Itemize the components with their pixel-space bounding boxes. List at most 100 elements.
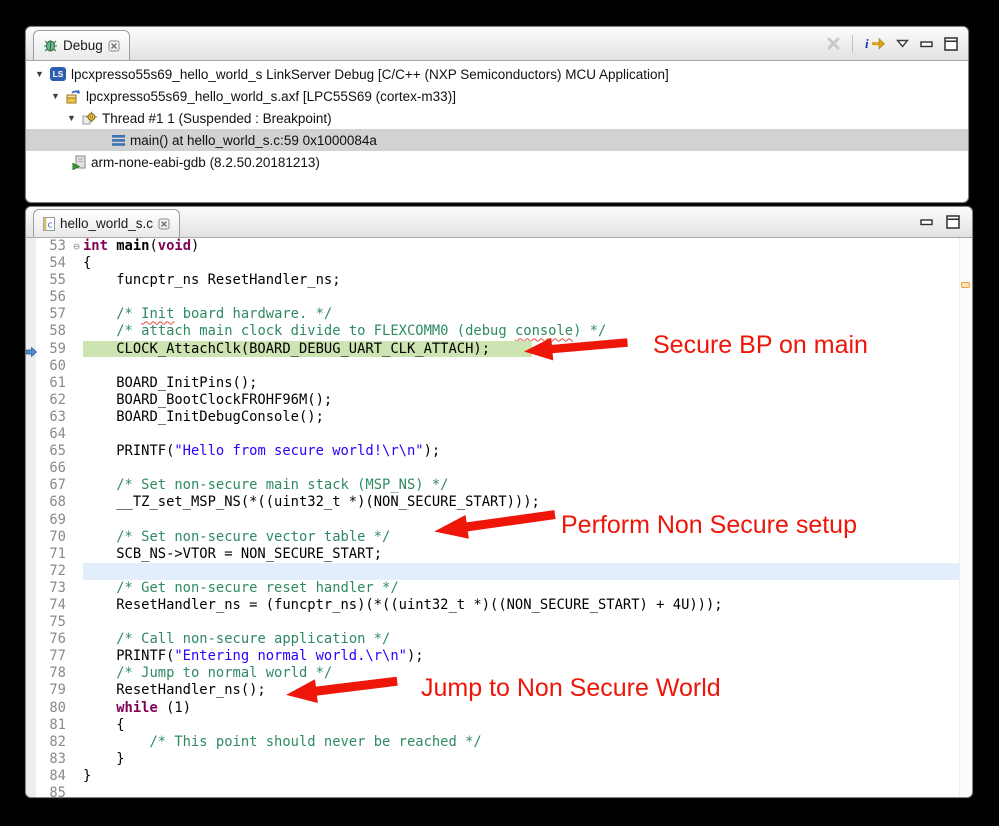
annotation-ruler-cell[interactable]	[26, 443, 36, 461]
expander-icon[interactable]: ▼	[66, 113, 77, 123]
annotation-ruler-cell[interactable]	[26, 511, 36, 529]
annotation-ruler-cell[interactable]	[26, 699, 36, 717]
annotation-ruler-cell[interactable]	[26, 562, 36, 580]
code-line[interactable]: 74 ResetHandler_ns = (funcptr_ns)(*((uin…	[26, 596, 972, 615]
line-number[interactable]: 63	[36, 409, 70, 426]
line-number[interactable]: 72	[36, 563, 70, 580]
annotation-ruler-cell[interactable]	[26, 408, 36, 427]
expander-icon[interactable]: ▼	[50, 91, 61, 101]
line-number[interactable]: 69	[36, 512, 70, 529]
line-number[interactable]: 59	[36, 341, 70, 358]
annotation-ruler-cell[interactable]	[26, 306, 36, 324]
minimize-icon[interactable]	[920, 40, 933, 48]
code-line[interactable]: 57 /* Init board hardware. */	[26, 306, 972, 324]
code-line[interactable]: 67 /* Set non-secure main stack (MSP_NS)…	[26, 477, 972, 495]
code-line[interactable]: 71 SCB_NS->VTOR = NON_SECURE_START;	[26, 545, 972, 563]
tab-hello-world-s-c[interactable]: c hello_world_s.c	[33, 209, 181, 237]
annotation-ruler-cell[interactable]	[26, 477, 36, 495]
code-line[interactable]: 62 BOARD_BootClockFROHF96M();	[26, 391, 972, 409]
line-number[interactable]: 73	[36, 580, 70, 597]
code-line[interactable]: 64	[26, 426, 972, 444]
line-number[interactable]: 66	[36, 460, 70, 477]
code-line[interactable]: 77 PRINTF("Entering normal world.\r\n");	[26, 648, 972, 666]
maximize-icon[interactable]	[946, 215, 960, 229]
annotation-ruler-cell[interactable]	[26, 596, 36, 615]
code-line[interactable]: 66	[26, 460, 972, 478]
code-line[interactable]: 55 funcptr_ns ResetHandler_ns;	[26, 272, 972, 290]
line-number[interactable]: 61	[36, 375, 70, 392]
code-line[interactable]: 56	[26, 289, 972, 307]
annotation-ruler-cell[interactable]	[26, 238, 36, 256]
line-number[interactable]: 70	[36, 529, 70, 546]
code-line[interactable]: 81 {	[26, 716, 972, 734]
code-line[interactable]: 65 PRINTF("Hello from secure world!\r\n"…	[26, 443, 972, 461]
restart-i-arrow-icon[interactable]: i	[864, 36, 885, 51]
code-line[interactable]: 60	[26, 357, 972, 375]
tree-row[interactable]: ▼ LS lpcxpresso55s69_hello_world_s LinkSer…	[26, 63, 968, 85]
line-number[interactable]: 77	[36, 648, 70, 665]
annotation-ruler-cell[interactable]	[26, 716, 36, 734]
annotation-ruler-cell[interactable]	[26, 357, 36, 375]
annotation-ruler-cell[interactable]	[26, 579, 36, 597]
line-number[interactable]: 83	[36, 751, 70, 768]
line-number[interactable]: 65	[36, 443, 70, 460]
tab-close-icon[interactable]	[158, 218, 170, 230]
annotation-ruler-cell[interactable]	[26, 289, 36, 307]
remove-all-terminated-icon[interactable]	[826, 36, 841, 51]
line-number[interactable]: 78	[36, 665, 70, 682]
line-number[interactable]: 68	[36, 494, 70, 511]
code-line[interactable]: 75	[26, 614, 972, 632]
annotation-ruler-cell[interactable]	[26, 631, 36, 649]
annotation-ruler-cell[interactable]	[26, 682, 36, 700]
annotation-ruler-cell[interactable]	[26, 374, 36, 392]
annotation-ruler-cell[interactable]	[26, 391, 36, 409]
annotation-ruler-cell[interactable]	[26, 614, 36, 632]
tab-debug[interactable]: Debug	[33, 30, 130, 60]
tree-row[interactable]: main() at hello_world_s.c:59 0x1000084a	[26, 129, 968, 151]
annotation-ruler-cell[interactable]	[26, 272, 36, 290]
annotation-ruler-cell[interactable]	[26, 733, 36, 751]
expander-icon[interactable]: ▼	[34, 69, 45, 79]
tree-row[interactable]: ▼ lpcxpresso55s69_hello_world_s.axf [LPC5…	[26, 85, 968, 107]
code-line[interactable]: 53 ⊖ int main(void)	[26, 238, 972, 256]
tree-row[interactable]: ▼ Thread #1 1 (Suspended : Breakpoint)	[26, 107, 968, 129]
code-line[interactable]: 72	[26, 562, 972, 580]
line-number[interactable]: 71	[36, 546, 70, 563]
line-number[interactable]: 64	[36, 426, 70, 443]
line-number[interactable]: 67	[36, 477, 70, 494]
annotation-ruler-cell[interactable]	[26, 255, 36, 273]
fold-collapse-icon[interactable]: ⊖	[70, 238, 83, 255]
annotation-ruler-cell[interactable]	[26, 528, 36, 546]
annotation-ruler-cell[interactable]	[26, 323, 36, 341]
annotation-ruler-cell[interactable]	[26, 750, 36, 768]
view-menu-icon[interactable]	[896, 39, 909, 48]
code-line[interactable]: 73 /* Get non-secure reset handler */	[26, 579, 972, 597]
line-number[interactable]: 74	[36, 597, 70, 614]
code-line[interactable]: 82 /* This point should never be reached…	[26, 733, 972, 751]
line-number[interactable]: 58	[36, 323, 70, 340]
annotation-ruler-cell[interactable]	[26, 785, 36, 797]
line-number[interactable]: 56	[36, 289, 70, 306]
code-line[interactable]: 84}	[26, 767, 972, 785]
code-line[interactable]: 54 {	[26, 255, 972, 273]
code-line[interactable]: 61 BOARD_InitPins();	[26, 374, 972, 392]
line-number[interactable]: 85	[36, 785, 70, 797]
line-number[interactable]: 55	[36, 272, 70, 289]
line-number[interactable]: 76	[36, 631, 70, 648]
line-number[interactable]: 60	[36, 358, 70, 375]
line-number[interactable]: 54	[36, 255, 70, 272]
annotation-ruler-cell[interactable]	[26, 648, 36, 666]
line-number[interactable]: 80	[36, 700, 70, 717]
line-number[interactable]: 84	[36, 768, 70, 785]
line-number[interactable]: 57	[36, 306, 70, 323]
overview-ruler[interactable]	[959, 238, 972, 797]
line-number[interactable]: 79	[36, 682, 70, 699]
line-number[interactable]: 82	[36, 734, 70, 751]
code-line[interactable]: 85	[26, 785, 972, 797]
line-number[interactable]: 53	[36, 238, 70, 255]
maximize-icon[interactable]	[944, 36, 958, 51]
code-line[interactable]: 76 /* Call non-secure application */	[26, 631, 972, 649]
annotation-ruler-cell[interactable]	[26, 767, 36, 785]
annotation-ruler-cell[interactable]	[26, 460, 36, 478]
line-number[interactable]: 75	[36, 614, 70, 631]
